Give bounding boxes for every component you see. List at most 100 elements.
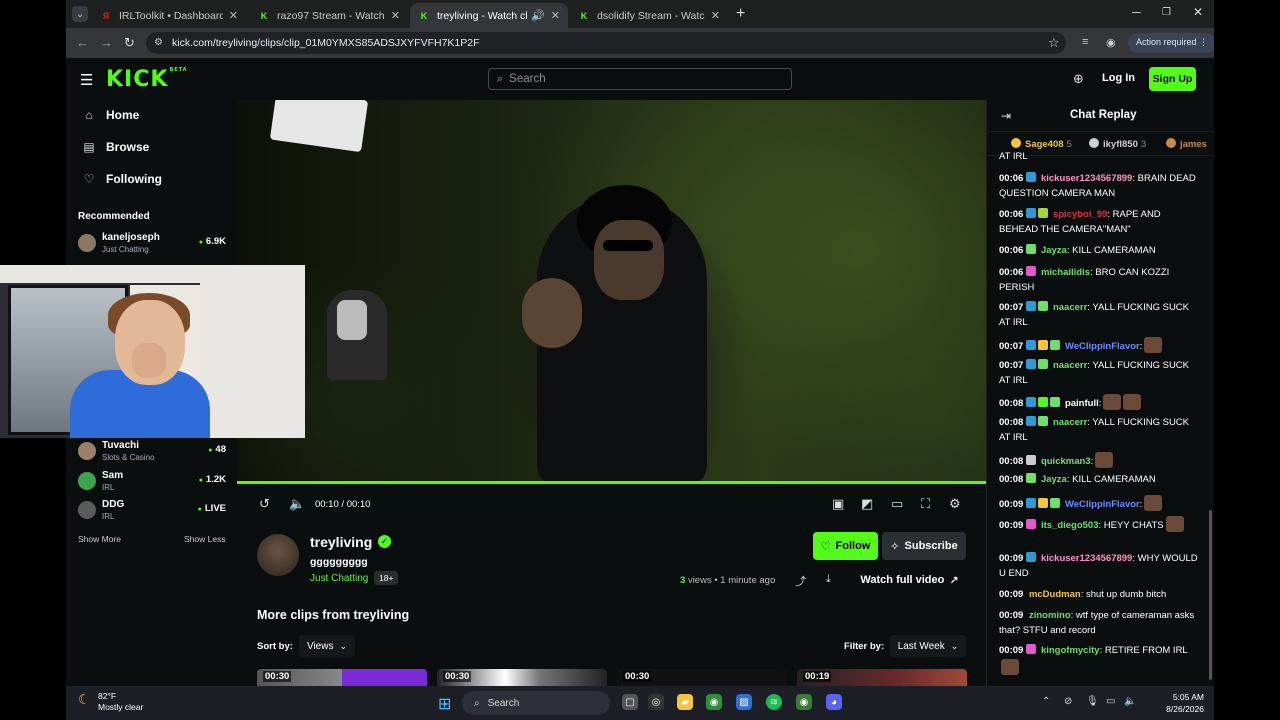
minimize-icon[interactable]: ─: [1132, 5, 1141, 19]
sidebar-item-browse[interactable]: ▤ Browse: [82, 140, 149, 154]
network-icon[interactable]: ⊘: [1064, 696, 1072, 707]
chat-username[interactable]: quickman3: [1038, 456, 1091, 467]
miniplayer-icon[interactable]: ▣: [832, 496, 844, 512]
chrome-icon[interactable]: ◉: [706, 694, 722, 710]
site-info-icon[interactable]: ⚙: [154, 37, 163, 48]
show-less-button[interactable]: Show Less: [184, 534, 226, 544]
channel-item[interactable]: kaneljoseph Just Chatting ● 6.9K: [78, 232, 226, 260]
download-icon[interactable]: ⤓: [826, 573, 831, 586]
chat-username[interactable]: WeClippinFlavor: [1062, 341, 1140, 352]
chat-username[interactable]: WeClippinFlavor: [1062, 499, 1140, 510]
tab-razo97[interactable]: K razo97 Stream - Watch Live on Kick ✕: [250, 3, 408, 28]
back-icon[interactable]: ←: [76, 35, 89, 50]
file-explorer-icon[interactable]: ▰: [677, 694, 693, 710]
chat-username[interactable]: Jayza: [1038, 474, 1067, 485]
close-tab-icon[interactable]: ✕: [391, 9, 400, 22]
chat-username[interactable]: painfull: [1062, 398, 1099, 409]
photos-icon[interactable]: ▨: [736, 694, 752, 710]
settings-gear-icon[interactable]: ⚙: [949, 496, 961, 512]
gifter[interactable]: ikyfl850 3: [1089, 138, 1146, 150]
channel-item[interactable]: Tuvachi Slots & Casino ● 48: [78, 440, 226, 468]
follow-button[interactable]: ♡ Follow: [813, 532, 878, 560]
gifter[interactable]: james: [1166, 138, 1207, 150]
restore-icon[interactable]: ❐: [1162, 7, 1171, 18]
close-tab-icon[interactable]: ✕: [551, 9, 560, 22]
clip-icon[interactable]: ◩: [861, 496, 873, 512]
close-tab-icon[interactable]: ✕: [711, 9, 720, 22]
site-header: ☰ KICKBETA ⌕ ⊕ Log In Sign Up: [66, 58, 1214, 100]
widgets-icon[interactable]: ◎: [648, 694, 664, 710]
chat-username[interactable]: naacerr: [1050, 417, 1087, 428]
watch-full-video-button[interactable]: Watch full video ↗: [853, 568, 966, 592]
tray-overflow-icon[interactable]: ⌃: [1042, 696, 1050, 707]
discord-icon[interactable]: ◕: [826, 694, 842, 710]
clip-thumbnail[interactable]: 00:19: [797, 669, 967, 686]
signup-button[interactable]: Sign Up: [1149, 67, 1196, 91]
channel-item[interactable]: Sam IRL ● 1.2K: [78, 470, 226, 498]
chat-username[interactable]: michailidis: [1038, 267, 1090, 278]
sort-dropdown[interactable]: Views ⌄: [299, 635, 355, 657]
spotify-icon[interactable]: ≋: [766, 694, 782, 710]
chrome-active-icon[interactable]: ◉: [796, 694, 812, 710]
share-icon[interactable]: ⤴: [795, 573, 806, 589]
system-clock[interactable]: 5:05 AM 8/26/2026: [1148, 691, 1204, 715]
tab-dsolidify[interactable]: K dsolidify Stream - Watch Live on Kick …: [570, 3, 728, 28]
profile-icon[interactable]: ◉: [1106, 36, 1116, 49]
tab-irltoolkit[interactable]: Я IRLToolkit • Dashboard ✕: [92, 3, 246, 28]
chat-scrollbar[interactable]: [1209, 510, 1212, 680]
chat-username[interactable]: Jayza: [1038, 245, 1067, 256]
chat-username[interactable]: naacerr: [1050, 360, 1087, 371]
bookmark-star-icon[interactable]: ☆: [1048, 35, 1060, 51]
replay-icon[interactable]: ↺: [259, 496, 270, 512]
gifter[interactable]: Sage408 5: [1011, 138, 1072, 150]
microphone-icon[interactable]: 🎙: [1086, 696, 1099, 707]
chat-username[interactable]: kickuser1234567899: [1038, 553, 1132, 564]
category-link[interactable]: Just Chatting: [310, 573, 368, 584]
search-input[interactable]: [509, 73, 770, 85]
chat-username[interactable]: naacerr: [1050, 302, 1087, 313]
fullscreen-icon[interactable]: ⛶: [921, 496, 930, 512]
close-tab-icon[interactable]: ✕: [229, 9, 238, 22]
menu-icon[interactable]: ☰: [80, 71, 93, 89]
action-required-button[interactable]: Action required ⋮: [1128, 33, 1214, 53]
close-window-icon[interactable]: ✕: [1193, 5, 1203, 19]
windows-start-icon[interactable]: ⊞: [438, 694, 451, 714]
reading-list-icon[interactable]: ≡: [1082, 36, 1088, 48]
video-player[interactable]: [237, 100, 986, 484]
show-more-button[interactable]: Show More: [78, 534, 121, 544]
tab-treyliving[interactable]: K treyliving - Watch clips on Kick 🔊 ✕: [410, 3, 568, 28]
collapse-chat-icon[interactable]: ⇥: [1001, 109, 1011, 123]
channel-avatar[interactable]: [257, 534, 299, 576]
chat-username[interactable]: zinomino: [1026, 610, 1071, 621]
clip-thumbnail[interactable]: 00:30: [437, 669, 607, 686]
volume-tray-icon[interactable]: 🔈: [1124, 696, 1136, 707]
kick-logo[interactable]: KICKBETA: [106, 67, 188, 92]
chat-username[interactable]: kingofmycity: [1038, 645, 1100, 656]
sidebar-item-following[interactable]: ♡ Following: [82, 172, 162, 186]
chat-username[interactable]: mcDudman: [1026, 589, 1081, 600]
tab-search-icon[interactable]: ⌄: [72, 6, 88, 22]
channel-name[interactable]: treyliving: [310, 534, 372, 550]
chat-username[interactable]: its_diego503: [1038, 520, 1099, 531]
clip-thumbnail[interactable]: 00:30: [617, 669, 787, 686]
new-tab-icon[interactable]: +: [736, 5, 745, 23]
chat-username[interactable]: kickuser1234567899: [1038, 173, 1132, 184]
task-view-icon[interactable]: ▢: [622, 694, 638, 710]
subscribe-button[interactable]: ✧ Subscribe: [882, 532, 966, 560]
taskbar-search[interactable]: ⌕ Search: [462, 691, 610, 715]
search-box[interactable]: ⌕: [488, 68, 792, 90]
chat-username[interactable]: spicyboi_99: [1050, 209, 1107, 220]
channel-item[interactable]: DDG IRL ● LIVE: [78, 499, 226, 527]
url-bar[interactable]: ⚙ kick.com/treyliving/clips/clip_01M0YMX…: [146, 32, 1066, 54]
display-icon[interactable]: ▭: [1106, 696, 1115, 707]
forward-icon[interactable]: →: [100, 35, 113, 50]
sidebar-item-home[interactable]: ⌂ Home: [82, 108, 139, 122]
volume-icon[interactable]: 🔈: [289, 496, 305, 512]
audio-icon[interactable]: 🔊: [531, 9, 545, 22]
login-button[interactable]: Log In: [1102, 72, 1135, 84]
reload-icon[interactable]: ↻: [124, 35, 135, 51]
filter-dropdown[interactable]: Last Week ⌄: [890, 635, 966, 657]
language-globe-icon[interactable]: ⊕: [1073, 71, 1084, 87]
clip-thumbnail[interactable]: 00:30: [257, 669, 427, 686]
theater-mode-icon[interactable]: ▭: [891, 496, 903, 512]
